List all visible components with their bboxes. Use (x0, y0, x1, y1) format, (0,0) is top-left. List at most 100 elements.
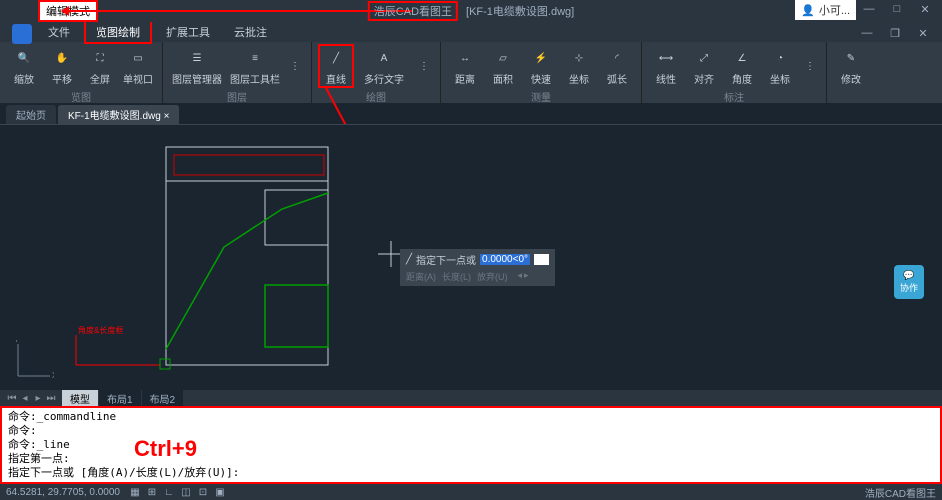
tool-fast[interactable]: ⚡快速 (523, 44, 559, 88)
user-icon: 👤 (801, 4, 815, 17)
area-icon: ▱ (491, 46, 515, 70)
tool-annot-extra[interactable]: ⋮ (800, 44, 820, 88)
ribbon-group-measure: ↔距离 ▱面积 ⚡快速 ⊹坐标 ◜弧长 测量 (441, 42, 642, 103)
tool-layer-toolbar[interactable]: ≡图层工具栏 (227, 44, 283, 88)
text-icon: A (372, 46, 396, 70)
menu-cloud[interactable]: 云批注 (224, 22, 277, 42)
inner-minimize-button[interactable]: — (854, 24, 880, 42)
status-toggle-6[interactable]: ▣ (213, 487, 227, 498)
nav-next-icon[interactable]: ▸ (32, 393, 44, 404)
tool-mtext[interactable]: A多行文字 (356, 44, 412, 88)
opt-distance[interactable]: 距离(A) (406, 270, 436, 283)
prev-icon[interactable]: ◂ (518, 270, 523, 283)
document-filename: [KF-1电缆敷设图.dwg] (466, 3, 574, 19)
command-window[interactable]: 命令:_commandline 命令: 命令:_line 指定第一点: 指定下一… (0, 406, 942, 484)
tool-radius[interactable]: ◔坐标 (762, 44, 798, 88)
nav-prev-icon[interactable]: ◂ (19, 393, 31, 404)
tab-document[interactable]: KF-1电缆敷设图.dwg × (58, 105, 179, 124)
inner-close-button[interactable]: ✕ (910, 24, 936, 42)
linear-dim-icon: ⟷ (654, 46, 678, 70)
status-brand: 浩辰CAD看图王 (865, 485, 936, 500)
tab-close-icon[interactable]: × (164, 111, 170, 122)
tool-coord[interactable]: ⊹坐标 (561, 44, 597, 88)
svg-text:角度&长度框: 角度&长度框 (78, 325, 123, 335)
arc-icon: ◜ (605, 46, 629, 70)
menu-ext-tools[interactable]: 扩展工具 (156, 22, 220, 42)
ribbon: 🔍缩放 ✋平移 ⛶全屏 ▭单视口 览图 ☰图层管理器 ≡图层工具栏 ⋮ 图层 ╱… (0, 42, 942, 104)
app-logo-icon[interactable] (12, 24, 32, 44)
tool-fullscreen[interactable]: ⛶全屏 (82, 44, 118, 88)
tool-line[interactable]: ╱直线 (318, 44, 354, 88)
status-toggle-3[interactable]: ∟ (162, 487, 176, 498)
tab-layout2[interactable]: 布局2 (142, 390, 184, 407)
next-icon[interactable]: ▸ (524, 270, 529, 283)
svg-text:Y: Y (14, 340, 20, 344)
viewport-icon: ▭ (126, 46, 150, 70)
close-button[interactable]: ✕ (912, 0, 938, 18)
tool-layer-manager[interactable]: ☰图层管理器 (169, 44, 225, 88)
user-box[interactable]: 👤 小可... (795, 0, 856, 20)
pan-icon: ✋ (50, 46, 74, 70)
statusbar: 64.5281, 29.7705, 0.0000 ▦ ⊞ ∟ ◫ ⊡ ▣ 浩辰C… (0, 484, 942, 500)
tool-modify[interactable]: ✎修改 (833, 44, 869, 88)
draw-dropdown-icon: ⋮ (412, 54, 436, 78)
inner-restore-button[interactable]: ❐ (882, 24, 908, 42)
status-toggle-4[interactable]: ◫ (179, 487, 193, 498)
tool-angle[interactable]: ∠角度 (724, 44, 760, 88)
document-tabs: 起始页 KF-1电缆敷设图.dwg × (0, 104, 942, 124)
ribbon-group-modify: ✎修改 (827, 42, 875, 103)
align-dim-icon: ⤢ (692, 46, 716, 70)
tool-distance[interactable]: ↔距离 (447, 44, 483, 88)
tool-linear[interactable]: ⟷线性 (648, 44, 684, 88)
nav-first-icon[interactable]: ⏮ (6, 393, 18, 404)
tab-model[interactable]: 模型 (62, 390, 98, 407)
tab-layout1[interactable]: 布局1 (99, 390, 141, 407)
tool-arc[interactable]: ◜弧长 (599, 44, 635, 88)
app-name: 浩辰CAD看图王 (368, 1, 458, 21)
ribbon-group-draw: ╱直线 A多行文字 ⋮ 绘图 (312, 42, 441, 103)
tool-zoom[interactable]: 🔍缩放 (6, 44, 42, 88)
tab-start[interactable]: 起始页 (6, 105, 56, 124)
tool-draw-extra[interactable]: ⋮ (414, 44, 434, 88)
line-prompt-icon: ╱ (406, 254, 412, 265)
layers-icon: ☰ (185, 46, 209, 70)
coord-icon: ⊹ (567, 46, 591, 70)
status-toggle-5[interactable]: ⊡ (196, 487, 210, 498)
coord-input-2[interactable] (534, 254, 549, 265)
drawing-canvas[interactable]: 角度&长度框 ╱ 指定下一点或 0.0000<0° 距离(A) 长度(L) 放弃… (0, 124, 942, 390)
zoom-icon: 🔍 (12, 46, 36, 70)
line-icon: ╱ (324, 46, 348, 70)
tool-align[interactable]: ⤢对齐 (686, 44, 722, 88)
tool-pan[interactable]: ✋平移 (44, 44, 80, 88)
svg-text:X: X (52, 371, 54, 380)
collaborate-button[interactable]: 💬 协作 (894, 265, 924, 299)
annotation-arrow-1 (62, 10, 412, 12)
menu-view-draw[interactable]: 览图绘制 (84, 20, 152, 44)
distance-icon: ↔ (453, 46, 477, 70)
angle-icon: ∠ (730, 46, 754, 70)
menu-file[interactable]: 文件 (38, 22, 80, 42)
fullscreen-icon: ⛶ (88, 46, 112, 70)
opt-undo[interactable]: 放弃(U) (477, 270, 508, 283)
menubar: 文件 览图绘制 扩展工具 云批注 — ❐ ✕ (0, 22, 942, 42)
minimize-button[interactable]: — (856, 0, 882, 18)
tool-layer-extra[interactable]: ⋮ (285, 44, 305, 88)
opt-length[interactable]: 长度(L) (442, 270, 471, 283)
dynamic-input: ╱ 指定下一点或 0.0000<0° 距离(A) 长度(L) 放弃(U) ◂▸ (400, 249, 555, 286)
status-toggle-1[interactable]: ▦ (128, 487, 142, 498)
layout-tabs: ⏮◂▸⏭ 模型 布局1 布局2 (0, 390, 942, 406)
layer-dropdown-icon: ⋮ (283, 54, 307, 78)
ribbon-group-layer: ☰图层管理器 ≡图层工具栏 ⋮ 图层 (163, 42, 312, 103)
nav-last-icon[interactable]: ⏭ (45, 393, 57, 404)
annot-dropdown-icon: ⋮ (798, 54, 822, 78)
radius-icon: ◔ (768, 46, 792, 70)
maximize-button[interactable]: □ (884, 0, 910, 18)
titlebar: 编辑模式 浩辰CAD看图王 [KF-1电缆敷设图.dwg] 👤 小可... — … (0, 0, 942, 22)
status-coords: 64.5281, 29.7705, 0.0000 (6, 487, 120, 498)
coord-input[interactable]: 0.0000<0° (480, 254, 530, 265)
prompt-label: 指定下一点或 (416, 252, 476, 267)
tool-area[interactable]: ▱面积 (485, 44, 521, 88)
tool-single-viewport[interactable]: ▭单视口 (120, 44, 156, 88)
status-toggle-2[interactable]: ⊞ (145, 487, 159, 498)
fast-icon: ⚡ (529, 46, 553, 70)
